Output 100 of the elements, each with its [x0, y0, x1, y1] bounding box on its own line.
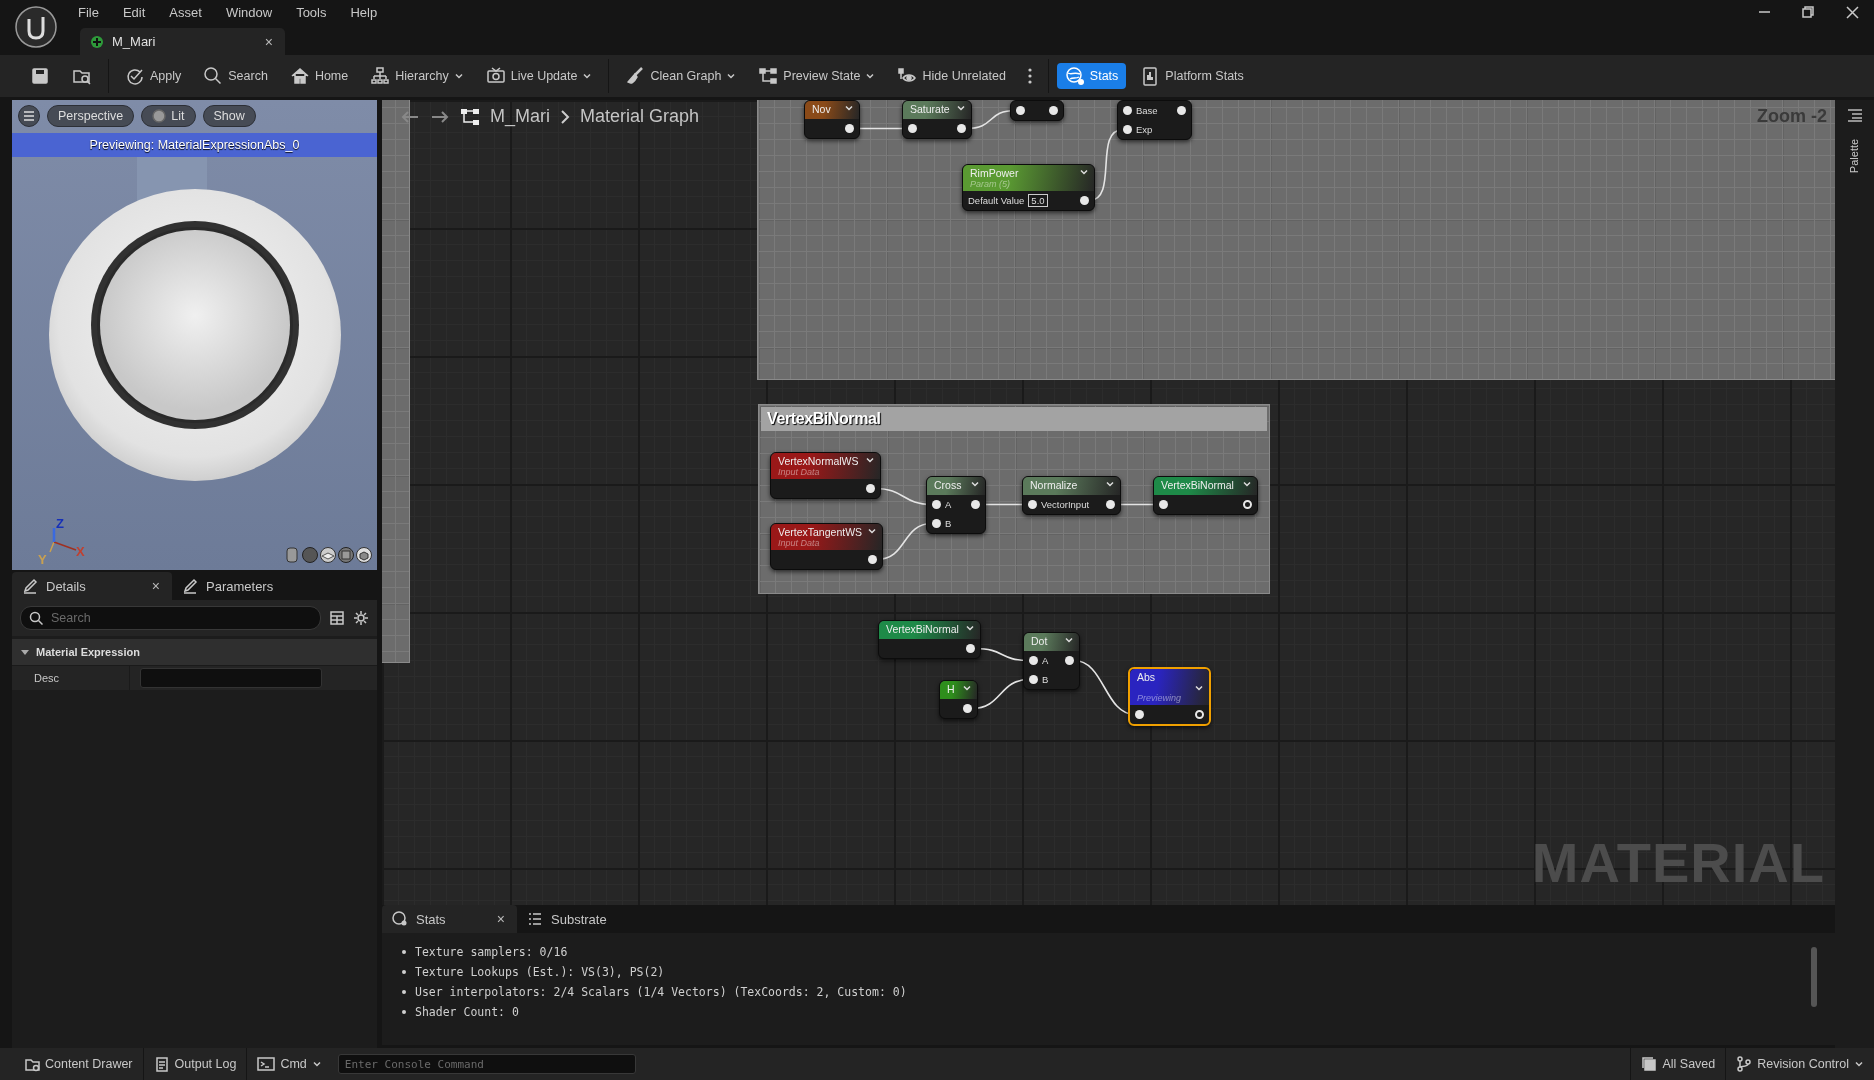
- toolbar-button[interactable]: Apply: [117, 63, 190, 89]
- viewport-button[interactable]: Lit: [141, 105, 196, 127]
- menu-item[interactable]: File: [66, 4, 111, 20]
- console-input[interactable]: Enter Console Command: [337, 1054, 636, 1074]
- node-title: RimPower: [970, 167, 1020, 179]
- toolbar-button[interactable]: Stats: [1056, 63, 1127, 89]
- toolbar-button[interactable]: Clean Graph: [617, 63, 745, 89]
- output-pin[interactable]: [971, 500, 980, 509]
- menu-item[interactable]: Edit: [110, 4, 158, 20]
- cube-icon[interactable]: [337, 546, 355, 564]
- graph-node[interactable]: [1010, 100, 1064, 121]
- forward-button[interactable]: [430, 108, 450, 125]
- output-pin[interactable]: [1065, 656, 1074, 665]
- document-tab[interactable]: M_Mari ×: [80, 28, 285, 55]
- scrollbar[interactable]: [1811, 947, 1817, 1007]
- panel-tab[interactable]: Parameters: [172, 572, 284, 600]
- monitor-icon: [485, 66, 506, 86]
- output-pin[interactable]: [957, 124, 966, 133]
- input-pin[interactable]: [932, 519, 941, 528]
- input-pin[interactable]: [1028, 500, 1037, 509]
- graph-node[interactable]: VertexBiNormal: [1153, 476, 1258, 515]
- toolbar-button[interactable]: Preview State: [750, 63, 884, 89]
- list-icon[interactable]: [1846, 108, 1863, 122]
- input-pin[interactable]: [908, 124, 917, 133]
- output-pin[interactable]: [866, 484, 875, 493]
- graph-node[interactable]: VertexTangentWS Input Data: [770, 523, 883, 570]
- output-pin[interactable]: [963, 704, 972, 713]
- panel-tab[interactable]: Substrate: [517, 905, 617, 933]
- toolbar-button[interactable]: Search: [195, 63, 276, 89]
- output-pin[interactable]: [1195, 710, 1204, 719]
- graph-node[interactable]: Cross A B: [926, 476, 986, 534]
- breadcrumb-item[interactable]: Material Graph: [580, 106, 700, 127]
- graph-node[interactable]: Abs Previewing: [1128, 667, 1211, 726]
- toolbar-button[interactable]: Platform Stats: [1132, 63, 1252, 89]
- output-pin[interactable]: [1049, 106, 1058, 115]
- input-pin[interactable]: [1029, 656, 1038, 665]
- menu-icon: [23, 110, 35, 122]
- graph-node[interactable]: Dot A B: [1023, 632, 1080, 690]
- graph-node[interactable]: Normalize VectorInput: [1022, 476, 1121, 515]
- viewport-button[interactable]: Perspective: [47, 105, 135, 127]
- value-field[interactable]: 5.0: [1028, 194, 1048, 207]
- input-pin[interactable]: [1016, 106, 1025, 115]
- toolbar-button[interactable]: Hide Unrelated: [889, 63, 1014, 89]
- viewport-button[interactable]: Show: [202, 105, 256, 127]
- toolbar-button[interactable]: Live Update: [477, 63, 601, 89]
- table-view-button[interactable]: [329, 610, 345, 626]
- panel-tab[interactable]: Details ×: [12, 572, 172, 600]
- close-button[interactable]: ×: [494, 911, 507, 927]
- output-pin[interactable]: [1106, 500, 1115, 509]
- input-pin[interactable]: [1123, 125, 1132, 134]
- cmd-dropdown[interactable]: Cmd: [247, 1048, 332, 1080]
- status-button[interactable]: Output Log: [143, 1048, 248, 1080]
- toolbar-button[interactable]: Hierarchy: [362, 63, 472, 89]
- input-pin[interactable]: [1029, 675, 1038, 684]
- graph-node[interactable]: VertexBiNormal: [878, 620, 981, 659]
- section-title: Material Expression: [36, 646, 140, 658]
- toolbar-button[interactable]: Home: [281, 63, 357, 89]
- menu-item[interactable]: Tools: [284, 4, 339, 20]
- menu-item[interactable]: Asset: [157, 4, 214, 20]
- settings-button[interactable]: [353, 610, 369, 626]
- comment-box[interactable]: [757, 100, 1835, 380]
- close-button[interactable]: ×: [149, 578, 162, 594]
- graph-node[interactable]: Nov: [804, 100, 860, 139]
- sphere-icon[interactable]: [301, 546, 319, 564]
- plane-icon[interactable]: [319, 546, 337, 564]
- graph-node[interactable]: VertexNormalWS Input Data: [770, 452, 881, 499]
- breadcrumb-item[interactable]: M_Mari: [490, 106, 550, 127]
- material-icon: [90, 34, 104, 49]
- input-pin[interactable]: [1135, 710, 1144, 719]
- output-pin[interactable]: [1080, 196, 1089, 205]
- menu-item[interactable]: Window: [213, 4, 285, 20]
- graph-node[interactable]: Saturate: [902, 100, 972, 139]
- search-field[interactable]: Search: [20, 606, 321, 630]
- caret-icon: [970, 479, 980, 489]
- status-button[interactable]: Content Drawer: [14, 1048, 144, 1080]
- output-pin[interactable]: [966, 644, 975, 653]
- close-button[interactable]: ×: [262, 33, 275, 50]
- teapot-icon[interactable]: [355, 546, 373, 564]
- output-pin[interactable]: [868, 555, 877, 564]
- caret-icon: [1105, 479, 1115, 489]
- cylinder-icon[interactable]: [283, 546, 301, 564]
- globe-info-icon: [1064, 66, 1085, 86]
- graph-node[interactable]: H: [939, 680, 978, 719]
- menu-item[interactable]: Help: [338, 4, 390, 20]
- panel-tab[interactable]: Stats ×: [382, 905, 517, 933]
- input-pin[interactable]: [1123, 106, 1132, 115]
- output-pin[interactable]: [1243, 500, 1252, 509]
- graph-node[interactable]: RimPower Param (5) Default Value 5.0: [962, 164, 1095, 211]
- output-pin[interactable]: [845, 124, 854, 133]
- palette-tab[interactable]: Palette: [1848, 138, 1861, 174]
- input-pin[interactable]: [932, 500, 941, 509]
- expanded-arrow-icon[interactable]: [20, 647, 30, 657]
- output-pin[interactable]: [1177, 106, 1186, 115]
- graph-node[interactable]: Base Exp: [1117, 100, 1192, 140]
- revision-control-button[interactable]: Revision Control: [1726, 1048, 1874, 1080]
- input-pin[interactable]: [1159, 500, 1168, 509]
- input-field[interactable]: [140, 668, 322, 688]
- save-status-button[interactable]: All Saved: [1630, 1048, 1727, 1080]
- stat-line: Texture Lookups (Est.): VS(3), PS(2): [415, 965, 665, 979]
- back-button[interactable]: [400, 108, 420, 125]
